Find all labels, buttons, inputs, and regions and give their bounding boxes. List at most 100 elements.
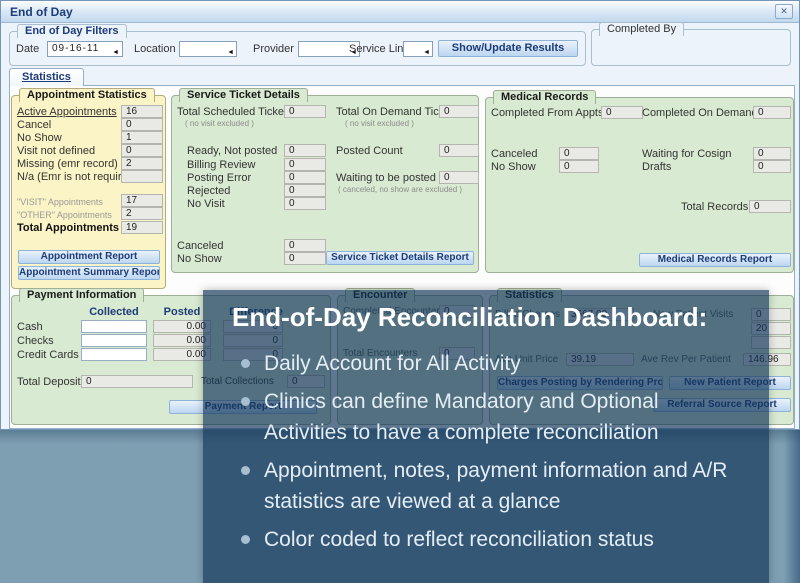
completed-from-appts-label: Completed From Appts bbox=[491, 107, 604, 119]
completed-by-group: Completed By bbox=[591, 29, 791, 66]
total-scheduled-tickets-label: Total Scheduled Tickets bbox=[177, 106, 293, 118]
cancel-value: 0 bbox=[121, 118, 163, 131]
total-scheduled-tickets-value: 0 bbox=[284, 105, 326, 118]
total-records-label: Total Records bbox=[681, 201, 748, 213]
missing-emr-value: 2 bbox=[121, 157, 163, 170]
other-appointments-value: 2 bbox=[121, 207, 163, 220]
total-on-demand-note: ( no visit excluded ) bbox=[345, 119, 414, 128]
cash-collected-input[interactable] bbox=[81, 320, 147, 333]
drafts-label: Drafts bbox=[642, 161, 671, 173]
completed-on-demand-value: 0 bbox=[753, 106, 791, 119]
appointment-summary-report-button[interactable]: Appointment Summary Report bbox=[18, 266, 160, 280]
medical-records-legend: Medical Records bbox=[493, 90, 596, 104]
appointment-statistics-legend: Appointment Statistics bbox=[19, 88, 155, 102]
waiting-for-cosign-label: Waiting for Cosign bbox=[642, 148, 731, 160]
service-line-select[interactable]: ◄ bbox=[403, 41, 433, 57]
mr-canceled-label: Canceled bbox=[491, 148, 537, 160]
active-appointments-link[interactable]: Active Appointments bbox=[17, 106, 117, 118]
no-show-label: No Show bbox=[17, 132, 62, 144]
service-line-label: Service Line bbox=[349, 43, 410, 55]
overlay-title: End-of-Day Reconciliation Dashboard: bbox=[232, 302, 707, 333]
billing-review-label: Billing Review bbox=[187, 159, 255, 171]
rejected-label: Rejected bbox=[187, 185, 230, 197]
st-canceled-label: Canceled bbox=[177, 240, 223, 252]
visit-appointments-value: 17 bbox=[121, 194, 163, 207]
date-value: 09-16-11 bbox=[52, 43, 99, 54]
posted-count-value: 0 bbox=[439, 144, 479, 157]
dropdown-arrow-icon: ◄ bbox=[423, 46, 430, 60]
tab-statistics[interactable]: Statistics bbox=[9, 68, 84, 86]
payment-information-legend: Payment Information bbox=[19, 288, 144, 302]
medical-records-report-button[interactable]: Medical Records Report bbox=[639, 253, 791, 267]
completed-from-appts-value: 0 bbox=[601, 106, 643, 119]
total-records-value: 0 bbox=[749, 200, 791, 213]
rejected-value: 0 bbox=[284, 184, 326, 197]
screen: End of Day ✕ End of Day Filters Date 09-… bbox=[0, 0, 800, 583]
posting-error-value: 0 bbox=[284, 171, 326, 184]
overlay-bullet: Daily Account for All Activity bbox=[239, 348, 745, 379]
date-picker[interactable]: 09-16-11 ◄ bbox=[47, 41, 123, 57]
medical-records-panel: Medical Records bbox=[485, 97, 794, 273]
date-label: Date bbox=[16, 43, 39, 55]
st-no-show-value: 0 bbox=[284, 252, 326, 265]
titlebar: End of Day ✕ bbox=[1, 1, 799, 23]
close-icon[interactable]: ✕ bbox=[775, 4, 793, 19]
total-scheduled-note: ( no visit excluded ) bbox=[185, 119, 254, 128]
posted-count-label: Posted Count bbox=[336, 145, 403, 157]
mr-no-show-value: 0 bbox=[559, 160, 599, 173]
billing-review-value: 0 bbox=[284, 158, 326, 171]
caption-overlay: End-of-Day Reconciliation Dashboard: Dai… bbox=[203, 290, 769, 583]
checks-label: Checks bbox=[17, 335, 54, 347]
overlay-bullet: Appointment, notes, payment information … bbox=[239, 455, 745, 517]
no-show-value: 1 bbox=[121, 131, 163, 144]
visit-appointments-label: "VISIT" Appointments bbox=[17, 197, 103, 207]
ready-not-posted-label: Ready, Not posted bbox=[187, 145, 277, 157]
location-select[interactable]: ◄ bbox=[179, 41, 237, 57]
overlay-bullet-list: Daily Account for All Activity Clinics c… bbox=[239, 348, 745, 562]
no-visit-label: No Visit bbox=[187, 198, 225, 210]
visit-not-defined-label: Visit not defined bbox=[17, 145, 95, 157]
waiting-to-be-posted-value: 0 bbox=[439, 171, 479, 184]
credit-cards-collected-input[interactable] bbox=[81, 348, 147, 361]
mr-no-show-label: No Show bbox=[491, 161, 536, 173]
total-deposit-value: 0 bbox=[81, 375, 193, 388]
total-appointments-value: 19 bbox=[121, 221, 163, 234]
cancel-label: Cancel bbox=[17, 119, 51, 131]
st-no-show-label: No Show bbox=[177, 253, 222, 265]
provider-label: Provider bbox=[253, 43, 294, 55]
other-appointments-label: "OTHER" Appointments bbox=[17, 210, 112, 220]
dropdown-arrow-icon: ◄ bbox=[227, 46, 234, 60]
completed-on-demand-label: Completed On Demand bbox=[642, 107, 758, 119]
waiting-note: ( canceled, no show are excluded ) bbox=[338, 185, 462, 194]
total-deposit-label: Total Deposit bbox=[17, 376, 81, 388]
waiting-for-cosign-value: 0 bbox=[753, 147, 791, 160]
no-visit-value: 0 bbox=[284, 197, 326, 210]
na-emr-value bbox=[121, 170, 163, 183]
waiting-to-be-posted-label: Waiting to be posted bbox=[336, 172, 436, 184]
cash-label: Cash bbox=[17, 321, 43, 333]
window-title: End of Day bbox=[10, 5, 73, 19]
overlay-bullet: Color coded to reflect reconciliation st… bbox=[239, 524, 745, 555]
st-canceled-value: 0 bbox=[284, 239, 326, 252]
filters-legend: End of Day Filters bbox=[17, 24, 127, 38]
active-appointments-value: 16 bbox=[121, 105, 163, 118]
credit-cards-label: Credit Cards bbox=[17, 349, 79, 361]
mr-canceled-value: 0 bbox=[559, 147, 599, 160]
posting-error-label: Posting Error bbox=[187, 172, 251, 184]
location-label: Location bbox=[134, 43, 176, 55]
total-appointments-label: Total Appointments bbox=[17, 222, 119, 234]
checks-collected-input[interactable] bbox=[81, 334, 147, 347]
show-update-results-button[interactable]: Show/Update Results bbox=[438, 40, 578, 57]
appointment-report-button[interactable]: Appointment Report bbox=[18, 250, 160, 264]
dropdown-arrow-icon: ◄ bbox=[112, 46, 120, 60]
drafts-value: 0 bbox=[753, 160, 791, 173]
ready-not-posted-value: 0 bbox=[284, 144, 326, 157]
visit-not-defined-value: 0 bbox=[121, 144, 163, 157]
service-ticket-details-report-button[interactable]: Service Ticket Details Report bbox=[326, 251, 474, 265]
overlay-bullet: Clinics can define Mandatory and Optiona… bbox=[239, 386, 745, 448]
missing-emr-label: Missing (emr record) bbox=[17, 158, 118, 170]
na-emr-label: N/a (Emr is not required) bbox=[17, 171, 137, 183]
completed-by-legend: Completed By bbox=[599, 22, 684, 36]
collected-column-header: Collected bbox=[81, 306, 147, 318]
service-ticket-details-legend: Service Ticket Details bbox=[179, 88, 308, 102]
